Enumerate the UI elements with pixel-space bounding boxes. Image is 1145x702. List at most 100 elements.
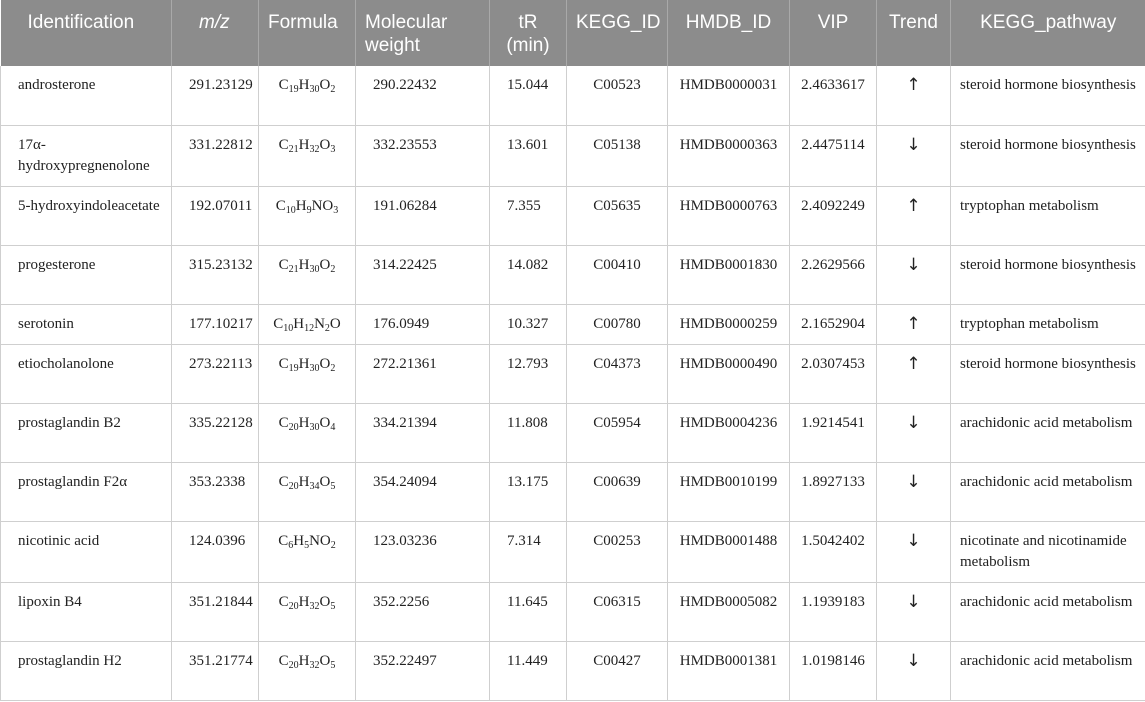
formula-element: H — [298, 652, 310, 669]
cell-retention-time: 15.044 — [489, 66, 567, 126]
header-hmdb-id: HMDB_ID — [667, 0, 790, 66]
cell-molecular-weight: 176.0949 — [355, 304, 490, 345]
cell-formula: C21H32O3 — [258, 125, 356, 187]
cell-formula: C21H30O2 — [258, 245, 356, 305]
cell-kegg-pathway: arachidonic acid metabolism — [950, 641, 1145, 701]
cell-formula: C6H5NO2 — [258, 521, 356, 583]
cell-identification: 17α-hydroxypregnenolone — [0, 125, 172, 187]
table-row: nicotinic acid 124.0396 C6H5NO2 123.03236 7.… — [0, 521, 1145, 583]
cell-hmdb-id: HMDB0000259 — [667, 304, 790, 345]
cell-trend: ↓ — [876, 403, 951, 463]
formula-subscript: 12 — [304, 322, 315, 334]
cell-kegg-id: C00410 — [566, 245, 668, 305]
cell-vip: 1.0198146 — [789, 641, 877, 701]
header-kegg-pathway: KEGG_pathway — [950, 0, 1145, 66]
formula-element: C — [275, 197, 286, 214]
cell-vip: 2.4633617 — [789, 66, 877, 126]
formula-element: C — [278, 473, 289, 490]
formula-subscript: 19 — [288, 84, 299, 95]
cell-hmdb-id: HMDB0010199 — [667, 462, 790, 522]
cell-vip: 1.5042402 — [789, 521, 877, 583]
formula-element: NO — [309, 532, 331, 549]
cell-identification: prostaglandin B2 — [0, 403, 172, 463]
formula-element: O — [319, 652, 331, 669]
header-molecular-weight: Molecular weight — [355, 0, 490, 66]
formula-element: O — [319, 593, 331, 610]
formula-element: O — [319, 136, 331, 153]
cell-mz: 351.21844 — [171, 582, 259, 642]
formula-element: O — [319, 473, 331, 490]
cell-vip: 1.9214541 — [789, 403, 877, 463]
cell-kegg-id: C05954 — [566, 403, 668, 463]
formula-subscript: 10 — [283, 322, 294, 334]
formula-element: H — [298, 77, 310, 93]
formula-subscript: 2 — [330, 84, 336, 95]
cell-kegg-pathway: steroid hormone biosynthesis — [950, 344, 1145, 404]
formula-element: H — [298, 136, 310, 153]
cell-trend: ↓ — [876, 125, 951, 187]
formula-element: H — [298, 593, 310, 610]
formula-subscript: 21 — [288, 143, 299, 155]
cell-retention-time: 11.449 — [489, 641, 567, 701]
cell-retention-time: 12.793 — [489, 344, 567, 404]
formula-subscript: 5 — [330, 480, 336, 492]
cell-trend: ↑ — [876, 66, 951, 126]
cell-vip: 2.4475114 — [789, 125, 877, 187]
formula-element: C — [278, 77, 289, 93]
cell-identification: etiocholanolone — [0, 344, 172, 404]
cell-kegg-pathway: tryptophan metabolism — [950, 186, 1145, 246]
cell-kegg-id: C05138 — [566, 125, 668, 187]
cell-retention-time: 11.808 — [489, 403, 567, 463]
cell-hmdb-id: HMDB0000490 — [667, 344, 790, 404]
table-row: prostaglandin F2α 353.2338 C20H34O5 354.240… — [0, 462, 1145, 522]
formula-subscript: 2 — [330, 263, 336, 275]
formula-subscript: 20 — [288, 659, 299, 671]
table-row: progesterone 315.23132 C21H30O2 314.22425 14… — [0, 245, 1145, 305]
cell-molecular-weight: 332.23553 — [355, 125, 490, 187]
formula-element: C — [278, 593, 289, 610]
formula-subscript: 4 — [330, 421, 336, 433]
formula-element: H — [298, 256, 310, 273]
header-vip: VIP — [789, 0, 877, 66]
cell-formula: C10H12N2O — [258, 304, 356, 345]
cell-molecular-weight: 352.2256 — [355, 582, 490, 642]
formula-subscript: 20 — [288, 600, 299, 612]
cell-mz: 192.07011 — [171, 186, 259, 246]
cell-kegg-id: C00427 — [566, 641, 668, 701]
cell-kegg-pathway: steroid hormone biosynthesis — [950, 125, 1145, 187]
table-row: serotonin 177.10217 C10H12N2O 176.0949 10.32… — [0, 304, 1145, 345]
cell-kegg-id: C04373 — [566, 344, 668, 404]
cell-hmdb-id: HMDB0001830 — [667, 245, 790, 305]
cell-formula: C20H32O5 — [258, 582, 356, 642]
cell-kegg-pathway: tryptophan metabolism — [950, 304, 1145, 345]
formula-element: C — [278, 256, 289, 273]
cell-vip: 2.0307453 — [789, 344, 877, 404]
table-row: androsterone 291.23129 C19H30O2 290.22432 15… — [0, 66, 1145, 126]
formula-element: H — [298, 355, 310, 372]
formula-subscript: 30 — [309, 362, 320, 374]
table-row: 5-hydroxyindoleacetate 192.07011 C10H9NO3 1… — [0, 186, 1145, 246]
cell-vip: 2.4092249 — [789, 186, 877, 246]
cell-kegg-id: C00639 — [566, 462, 668, 522]
formula-subscript: 34 — [309, 480, 320, 492]
cell-kegg-pathway: nicotinate and nicotinamide metabolism — [950, 521, 1145, 583]
cell-hmdb-id: HMDB0000363 — [667, 125, 790, 187]
table-row: lipoxin B4 351.21844 C20H32O5 352.2256 11.64… — [0, 582, 1145, 642]
cell-mz: 177.10217 — [171, 304, 259, 345]
cell-retention-time: 14.082 — [489, 245, 567, 305]
formula-subscript: 2 — [330, 362, 336, 374]
cell-trend: ↑ — [876, 304, 951, 345]
cell-retention-time: 13.601 — [489, 125, 567, 187]
cell-retention-time: 7.355 — [489, 186, 567, 246]
cell-retention-time: 7.314 — [489, 521, 567, 583]
cell-trend: ↓ — [876, 462, 951, 522]
cell-formula: C20H30O4 — [258, 403, 356, 463]
cell-formula: C20H34O5 — [258, 462, 356, 522]
cell-molecular-weight: 272.21361 — [355, 344, 490, 404]
cell-molecular-weight: 352.22497 — [355, 641, 490, 701]
formula-element: O — [319, 77, 331, 93]
formula-subscript: 10 — [285, 204, 296, 216]
table-row: prostaglandin B2 335.22128 C20H30O4 334.213… — [0, 403, 1145, 463]
cell-kegg-id: C00523 — [566, 66, 668, 126]
formula-element: H — [293, 315, 305, 332]
